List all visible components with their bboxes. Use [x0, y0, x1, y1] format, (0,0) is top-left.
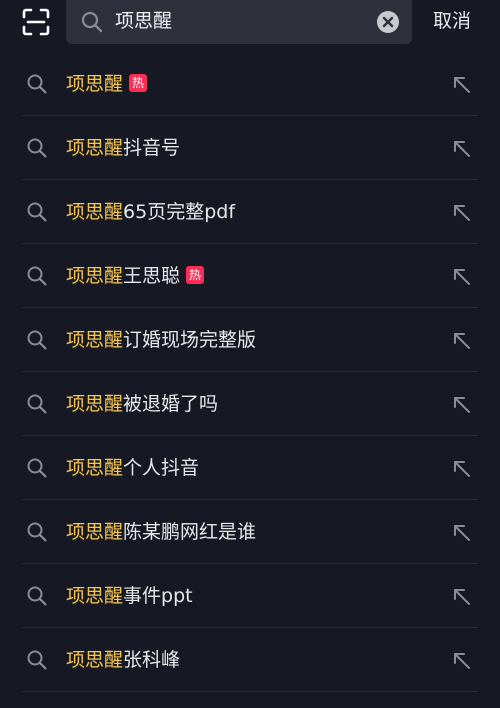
suggestion-item[interactable]: 项思醒热 [0, 52, 500, 116]
search-icon [26, 265, 48, 287]
suggestion-label: 项思醒王思聪热 [66, 244, 205, 308]
suggestion-item[interactable]: 项思醒被退婚了吗 [0, 372, 500, 436]
suggestion-item[interactable]: 项思醒65页完整pdf [0, 180, 500, 244]
suggestion-text: 抖音号 [123, 137, 181, 159]
suggestion-label: 项思醒张科峰 [66, 628, 180, 692]
scan-icon[interactable] [22, 8, 50, 36]
suggestion-label: 项思醒热 [66, 52, 148, 116]
hot-badge: 热 [186, 265, 205, 284]
suggestion-highlight: 项思醒 [66, 73, 124, 95]
suggestion-text: 张科峰 [123, 649, 181, 671]
hot-badge: 热 [129, 73, 148, 92]
suggestion-text: 个人抖音 [123, 457, 200, 479]
arrow-up-left-icon[interactable] [450, 265, 472, 287]
search-icon [80, 10, 104, 34]
suggestion-item[interactable]: 项思醒订婚现场完整版 [0, 308, 500, 372]
clear-icon[interactable] [376, 10, 400, 34]
suggestion-text: 陈某鹏网红是谁 [123, 521, 257, 543]
arrow-up-left-icon[interactable] [450, 137, 472, 159]
search-icon [26, 137, 48, 159]
arrow-up-left-icon[interactable] [450, 73, 472, 95]
arrow-up-left-icon[interactable] [450, 329, 472, 351]
suggestion-highlight: 项思醒 [66, 521, 124, 543]
suggestion-label: 项思醒订婚现场完整版 [66, 308, 256, 372]
arrow-up-left-icon[interactable] [450, 393, 472, 415]
suggestion-label: 项思醒事件ppt [66, 564, 193, 628]
suggestion-highlight: 项思醒 [66, 457, 124, 479]
search-icon [26, 393, 48, 415]
suggestion-item[interactable]: 项思醒张科峰 [0, 628, 500, 692]
suggestion-label: 项思醒个人抖音 [66, 436, 199, 500]
suggestion-highlight: 项思醒 [66, 201, 124, 223]
suggestion-highlight: 项思醒 [66, 649, 124, 671]
suggestion-text: 65页完整pdf [123, 201, 236, 223]
suggestion-label: 项思醒陈某鹏网红是谁 [66, 500, 256, 564]
suggestion-highlight: 项思醒 [66, 393, 124, 415]
arrow-up-left-icon[interactable] [450, 521, 472, 543]
suggestion-list: 项思醒热 项思醒抖音号 项思醒65页完整pdf 项思醒王思聪 热 项思醒订婚现场… [0, 52, 500, 692]
cancel-button[interactable]: 取消 [433, 0, 471, 42]
suggestion-highlight: 项思醒 [66, 137, 124, 159]
suggestion-highlight: 项思醒 [66, 265, 124, 287]
suggestion-text: 事件ppt [123, 585, 193, 607]
search-query-text[interactable]: 项思醒 [115, 0, 172, 42]
search-icon [26, 73, 48, 95]
suggestion-item[interactable]: 项思醒个人抖音 [0, 436, 500, 500]
arrow-up-left-icon[interactable] [450, 457, 472, 479]
arrow-up-left-icon[interactable] [450, 585, 472, 607]
suggestion-highlight: 项思醒 [66, 329, 124, 351]
suggestion-label: 项思醒被退婚了吗 [66, 372, 218, 436]
arrow-up-left-icon[interactable] [450, 649, 472, 671]
arrow-up-left-icon[interactable] [450, 201, 472, 223]
suggestion-label: 项思醒抖音号 [66, 116, 180, 180]
suggestion-highlight: 项思醒 [66, 585, 124, 607]
suggestion-text: 订婚现场完整版 [123, 329, 257, 351]
search-icon [26, 649, 48, 671]
suggestion-item[interactable]: 项思醒陈某鹏网红是谁 [0, 500, 500, 564]
search-icon [26, 329, 48, 351]
search-icon [26, 201, 48, 223]
search-icon [26, 585, 48, 607]
search-icon [26, 457, 48, 479]
suggestion-label: 项思醒65页完整pdf [66, 180, 235, 244]
suggestion-text: 被退婚了吗 [123, 393, 219, 415]
suggestion-item[interactable]: 项思醒事件ppt [0, 564, 500, 628]
suggestion-item[interactable]: 项思醒抖音号 [0, 116, 500, 180]
search-icon [26, 521, 48, 543]
search-header: 项思醒 取消 [0, 0, 500, 48]
suggestion-text: 王思聪 [123, 265, 181, 287]
search-input[interactable]: 项思醒 [66, 0, 412, 44]
suggestion-item[interactable]: 项思醒王思聪热 [0, 244, 500, 308]
